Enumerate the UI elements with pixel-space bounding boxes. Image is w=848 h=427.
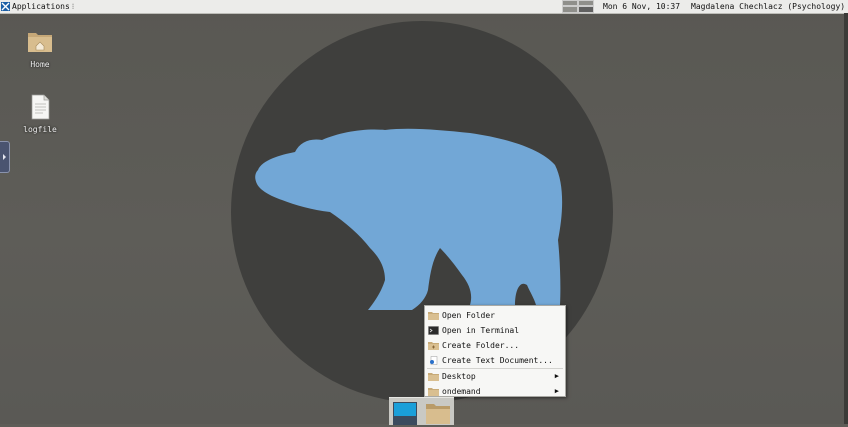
folder-icon bbox=[428, 388, 439, 396]
desktop-context-menu: Open Folder Open in Terminal Create Fold… bbox=[424, 305, 566, 397]
panel-user-name[interactable]: Magdalena Chechlacz (Psychology) bbox=[691, 0, 845, 13]
side-panel-handle[interactable] bbox=[0, 141, 10, 173]
workspace-switcher[interactable] bbox=[562, 0, 594, 13]
desktop-show-icon bbox=[393, 402, 417, 425]
menu-item-label: Create Text Document... bbox=[442, 356, 553, 365]
screen-right-edge bbox=[844, 13, 848, 424]
submenu-arrow-icon: ▶ bbox=[554, 387, 559, 395]
text-file-icon bbox=[31, 94, 50, 120]
applications-label: Applications bbox=[12, 2, 70, 11]
submenu-arrow-icon: ▶ bbox=[554, 372, 559, 380]
menu-item-create-text-document[interactable]: Create Text Document... bbox=[425, 353, 565, 368]
dock-file-manager-button[interactable] bbox=[425, 400, 451, 425]
dock-show-desktop-button[interactable] bbox=[392, 400, 418, 425]
xfce-logo-icon bbox=[1, 2, 10, 11]
file-manager-folder-icon bbox=[426, 404, 450, 424]
panel-clock[interactable]: Mon 6 Nov, 10:37 bbox=[603, 0, 680, 13]
top-panel: Applications ⁝ Mon 6 Nov, 10:37 Magdalen… bbox=[0, 0, 848, 14]
menu-item-open-terminal[interactable]: Open in Terminal bbox=[425, 323, 565, 338]
terminal-icon bbox=[428, 326, 439, 335]
menu-item-label: ondemand bbox=[442, 387, 481, 396]
menu-item-label: Open in Terminal bbox=[442, 326, 520, 335]
menu-item-label: Open Folder bbox=[442, 311, 495, 320]
folder-icon bbox=[428, 373, 439, 381]
desktop-icon-label: Home bbox=[30, 60, 50, 69]
workspace-3[interactable] bbox=[562, 6, 578, 13]
panel-handle-icon: ⁝ bbox=[71, 2, 75, 11]
desktop-icon-logfile[interactable]: logfile bbox=[15, 94, 65, 134]
desktop-icon-label: logfile bbox=[23, 125, 57, 134]
dock-panel bbox=[389, 397, 454, 425]
menu-item-desktop-submenu[interactable]: Desktop ▶ bbox=[425, 369, 565, 384]
desktop-icon-home[interactable]: Home bbox=[15, 27, 65, 69]
menu-item-open-folder[interactable]: Open Folder bbox=[425, 308, 565, 323]
menu-item-create-folder[interactable]: Create Folder... bbox=[425, 338, 565, 353]
chevron-right-icon bbox=[3, 154, 6, 160]
menu-item-label: Create Folder... bbox=[442, 341, 520, 350]
menu-item-label: Desktop bbox=[442, 372, 476, 381]
new-folder-icon bbox=[428, 342, 439, 350]
applications-menu-button[interactable]: Applications ⁝ bbox=[0, 0, 74, 13]
home-folder-icon bbox=[28, 33, 52, 52]
folder-icon bbox=[428, 312, 439, 320]
new-document-icon bbox=[430, 356, 438, 365]
workspace-4[interactable] bbox=[578, 6, 594, 13]
